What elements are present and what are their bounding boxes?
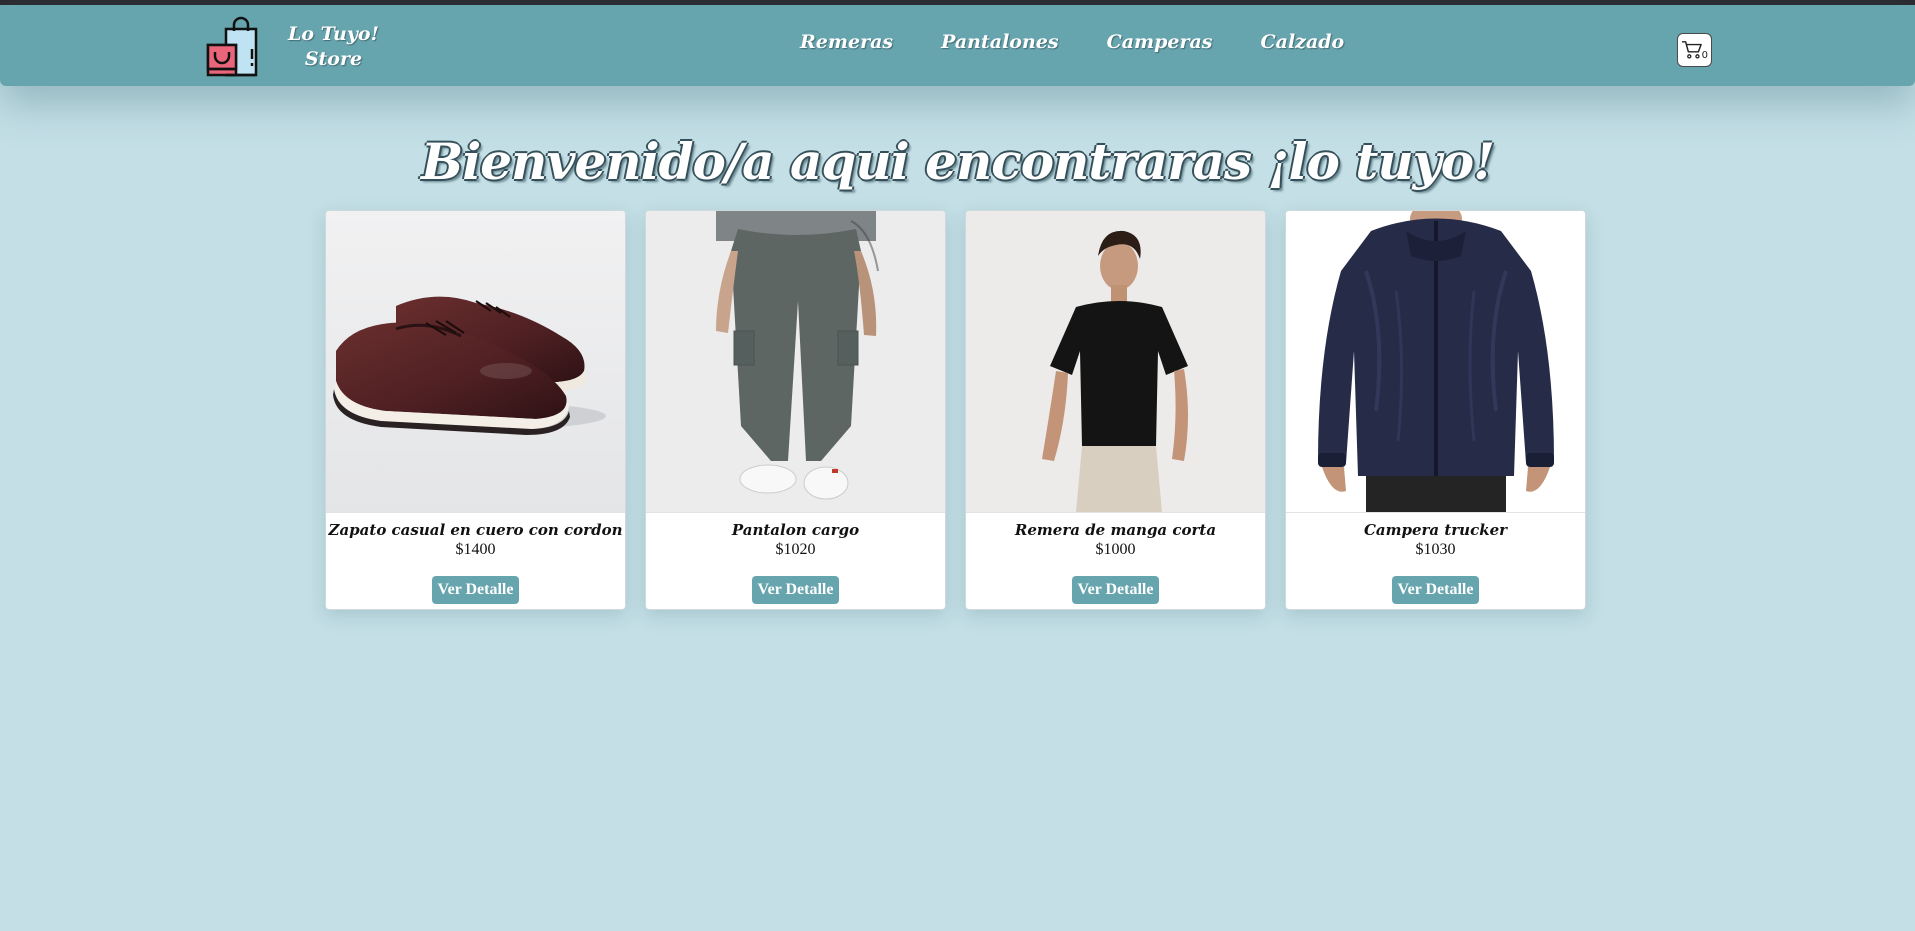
product-image-jacket (1286, 211, 1585, 513)
brand-name: Lo Tuyo! Store (288, 22, 379, 72)
product-image-pants (646, 211, 945, 513)
page-title: Bienvenido/a aqui encontraras ¡lo tuyo! (420, 132, 1495, 191)
shopping-cart-icon (1681, 41, 1702, 59)
product-price: $1020 (775, 541, 816, 558)
product-image-tshirt (966, 211, 1265, 513)
product-name: Remera de manga corta (1014, 521, 1217, 539)
product-name: Pantalon cargo (731, 521, 860, 539)
brand[interactable]: Lo Tuyo! Store (204, 15, 379, 79)
product-grid: Zapato casual en cuero con cordon $1400 … (325, 210, 1586, 610)
nav-link-remeras[interactable]: Remeras (800, 31, 893, 53)
product-price: $1400 (455, 541, 496, 558)
main-nav: Remeras Pantalones Camperas Calzado (800, 31, 1392, 53)
cart-button[interactable]: 0 (1677, 33, 1712, 67)
product-card: Campera trucker $1030 Ver Detalle (1285, 210, 1586, 610)
ver-detalle-button[interactable]: Ver Detalle (431, 576, 520, 604)
product-card: Remera de manga corta $1000 Ver Detalle (965, 210, 1266, 610)
brand-line-1: Lo Tuyo! (288, 23, 379, 45)
nav-link-calzado[interactable]: Calzado (1261, 31, 1345, 53)
product-image-shoes (326, 211, 625, 513)
ver-detalle-button[interactable]: Ver Detalle (1071, 576, 1160, 604)
product-price: $1030 (1415, 541, 1456, 558)
navbar: Lo Tuyo! Store Remeras Pantalones Camper… (0, 5, 1915, 86)
product-name: Campera trucker (1363, 521, 1508, 539)
nav-link-camperas[interactable]: Camperas (1107, 31, 1213, 53)
shopping-bags-logo-icon (206, 16, 258, 77)
product-price: $1000 (1095, 541, 1136, 558)
ver-detalle-button[interactable]: Ver Detalle (1391, 576, 1480, 604)
ver-detalle-button[interactable]: Ver Detalle (751, 576, 840, 604)
cart-count-badge: 0 (1701, 50, 1708, 61)
product-card: Pantalon cargo $1020 Ver Detalle (645, 210, 946, 610)
product-name: Zapato casual en cuero con cordon (328, 521, 623, 539)
nav-link-pantalones[interactable]: Pantalones (941, 31, 1058, 53)
brand-line-2: Store (304, 48, 363, 70)
product-card: Zapato casual en cuero con cordon $1400 … (325, 210, 626, 610)
